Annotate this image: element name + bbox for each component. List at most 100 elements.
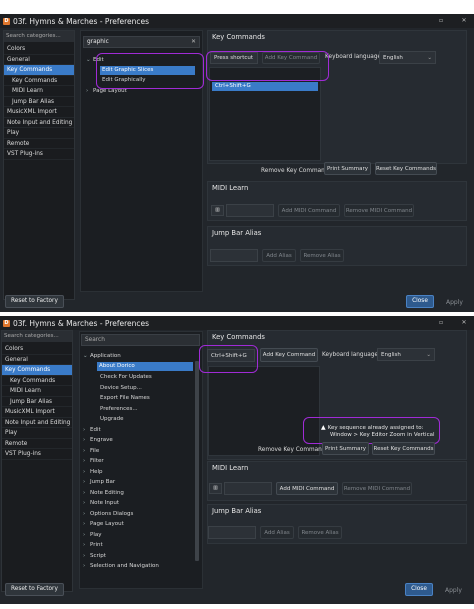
remove-key-command-button[interactable]: Remove Key Command bbox=[258, 447, 326, 453]
tree-application[interactable]: ⌄ Application bbox=[83, 353, 121, 359]
highlight-shortcut bbox=[206, 51, 329, 81]
category-musicxml-import[interactable]: MusicXML Import bbox=[4, 107, 74, 118]
add-midi-command-button[interactable]: Add MIDI Command bbox=[278, 204, 340, 217]
category-colors[interactable]: Colors bbox=[2, 344, 72, 355]
keyboard-language-select[interactable]: English ⌄ bbox=[377, 348, 435, 361]
keyboard-language-select[interactable]: English ⌄ bbox=[379, 51, 436, 64]
remove-midi-command-button[interactable]: Remove MIDI Command bbox=[342, 482, 412, 495]
key-commands-title: Key Commands bbox=[212, 33, 265, 41]
tree-page-layout[interactable]: › Page Layout bbox=[83, 521, 124, 527]
window-title: 03f. Hymns & Marches - Preferences bbox=[13, 318, 150, 328]
tree-note-input[interactable]: › Note Input bbox=[83, 500, 119, 506]
remove-midi-command-button[interactable]: Remove MIDI Command bbox=[344, 204, 414, 217]
category-key-commands-sub[interactable]: Key Commands bbox=[4, 76, 74, 86]
tree-script[interactable]: › Script bbox=[83, 553, 106, 559]
minimize-icon[interactable]: ▫ bbox=[437, 319, 445, 327]
alias-input[interactable] bbox=[208, 526, 256, 539]
category-jump-bar-alias[interactable]: Jump Bar Alias bbox=[4, 97, 74, 107]
apply-button[interactable]: Apply bbox=[445, 587, 462, 594]
key-commands-title: Key Commands bbox=[212, 333, 265, 341]
tree-about-dorico[interactable]: About Dorico bbox=[97, 362, 193, 371]
clear-search-icon[interactable]: ✕ bbox=[191, 37, 196, 48]
category-musicxml-import[interactable]: MusicXML Import bbox=[2, 407, 72, 418]
shortcut-item[interactable]: Ctrl+Shift+G bbox=[212, 82, 318, 91]
print-summary-button[interactable]: Print Summary bbox=[322, 442, 369, 455]
add-key-command-button[interactable]: Add Key Command bbox=[260, 348, 318, 362]
reset-to-factory-button[interactable]: Reset to Factory bbox=[5, 295, 64, 308]
close-button[interactable]: Close bbox=[406, 295, 434, 308]
category-note-input[interactable]: Note Input and Editing bbox=[2, 418, 72, 428]
tree-print[interactable]: › Print bbox=[83, 542, 103, 548]
tree-device-setup[interactable]: Device Setup... bbox=[100, 385, 142, 391]
add-midi-command-button[interactable]: Add MIDI Command bbox=[276, 482, 338, 495]
category-jump-bar-alias[interactable]: Jump Bar Alias bbox=[2, 397, 72, 407]
midi-learn-title: MIDI Learn bbox=[212, 464, 249, 472]
category-colors[interactable]: Colors bbox=[4, 44, 74, 55]
chevron-down-icon: ⌄ bbox=[426, 352, 431, 358]
alias-input[interactable] bbox=[210, 249, 258, 262]
category-key-commands[interactable]: Key Commands bbox=[2, 365, 72, 376]
tree-file[interactable]: › File bbox=[83, 448, 99, 454]
close-icon[interactable]: ✕ bbox=[460, 319, 468, 327]
midi-input[interactable] bbox=[224, 482, 272, 495]
remove-key-command-button[interactable]: Remove Key Command bbox=[261, 168, 329, 174]
tree-upgrade[interactable]: Upgrade bbox=[100, 416, 124, 422]
minimize-icon[interactable]: ▫ bbox=[437, 17, 445, 25]
tree-jump-bar[interactable]: › Jump Bar bbox=[83, 479, 115, 485]
category-search-input[interactable]: Search categories... bbox=[2, 331, 72, 342]
tree-filter[interactable]: › Filter bbox=[83, 458, 104, 464]
midi-input[interactable] bbox=[226, 204, 274, 217]
close-icon[interactable]: ✕ bbox=[460, 17, 468, 25]
midi-keyboard-icon[interactable]: ▥ bbox=[209, 483, 222, 494]
tree-preferences[interactable]: Preferences... bbox=[100, 406, 138, 412]
category-remote[interactable]: Remote bbox=[2, 439, 72, 449]
command-filter-input[interactable]: Search bbox=[81, 334, 200, 346]
tree-help[interactable]: › Help bbox=[83, 469, 103, 475]
category-remote[interactable]: Remote bbox=[4, 139, 74, 149]
category-vst-plugins[interactable]: VST Plug-ins bbox=[4, 149, 74, 160]
category-midi-learn[interactable]: MIDI Learn bbox=[2, 386, 72, 397]
reset-key-commands-button[interactable]: Reset Key Commands bbox=[375, 162, 437, 175]
apply-button[interactable]: Apply bbox=[446, 299, 463, 306]
category-general[interactable]: General bbox=[4, 55, 74, 65]
tree-options-dialogs[interactable]: › Options Dialogs bbox=[83, 511, 133, 517]
highlight-tree-selection bbox=[96, 53, 204, 89]
category-midi-learn[interactable]: MIDI Learn bbox=[4, 86, 74, 97]
category-key-commands[interactable]: Key Commands bbox=[4, 65, 74, 76]
highlight-shortcut-input bbox=[199, 345, 258, 373]
reset-to-factory-button[interactable]: Reset to Factory bbox=[5, 583, 64, 596]
add-alias-button[interactable]: Add Alias bbox=[260, 526, 294, 539]
title-bar: D 03f. Hymns & Marches - Preferences ▫ ✕ bbox=[0, 14, 474, 28]
tree-export-file-names[interactable]: Export File Names bbox=[100, 395, 150, 401]
tree-play[interactable]: › Play bbox=[83, 532, 101, 538]
tree-note-editing[interactable]: › Note Editing bbox=[83, 490, 124, 496]
tree-check-for-updates[interactable]: Check For Updates bbox=[100, 374, 152, 380]
remove-alias-button[interactable]: Remove Alias bbox=[300, 249, 344, 262]
close-button[interactable]: Close bbox=[405, 583, 433, 596]
filter-value: graphic bbox=[87, 39, 109, 45]
category-note-input[interactable]: Note Input and Editing bbox=[4, 118, 74, 128]
category-general[interactable]: General bbox=[2, 355, 72, 365]
category-key-commands-sub[interactable]: Key Commands bbox=[2, 376, 72, 386]
tree-engrave[interactable]: › Engrave bbox=[83, 437, 113, 443]
add-alias-button[interactable]: Add Alias bbox=[262, 249, 296, 262]
category-panel: Search categories... Colors General Key … bbox=[1, 330, 73, 592]
tree-edit[interactable]: › Edit bbox=[83, 427, 101, 433]
remove-alias-button[interactable]: Remove Alias bbox=[298, 526, 342, 539]
category-play[interactable]: Play bbox=[2, 428, 72, 439]
chevron-down-icon: ⌄ bbox=[83, 353, 88, 359]
dorico-icon: D bbox=[3, 17, 10, 25]
tree-selection-navigation[interactable]: › Selection and Navigation bbox=[83, 563, 159, 569]
category-search-input[interactable]: Search categories... bbox=[4, 31, 74, 42]
midi-learn-section: MIDI Learn bbox=[207, 461, 467, 501]
title-bar: D 03f. Hymns & Marches - Preferences ▫ ✕ bbox=[0, 316, 474, 330]
midi-keyboard-icon[interactable]: ▥ bbox=[211, 205, 224, 216]
command-filter-input[interactable]: graphic ✕ bbox=[83, 36, 200, 48]
category-vst-plugins[interactable]: VST Plug-ins bbox=[2, 449, 72, 460]
shortcut-list bbox=[208, 366, 320, 456]
print-summary-button[interactable]: Print Summary bbox=[324, 162, 371, 175]
reset-key-commands-button[interactable]: Reset Key Commands bbox=[372, 442, 435, 455]
highlight-warning bbox=[303, 417, 440, 444]
tree-scrollbar[interactable] bbox=[195, 361, 199, 561]
category-play[interactable]: Play bbox=[4, 128, 74, 139]
